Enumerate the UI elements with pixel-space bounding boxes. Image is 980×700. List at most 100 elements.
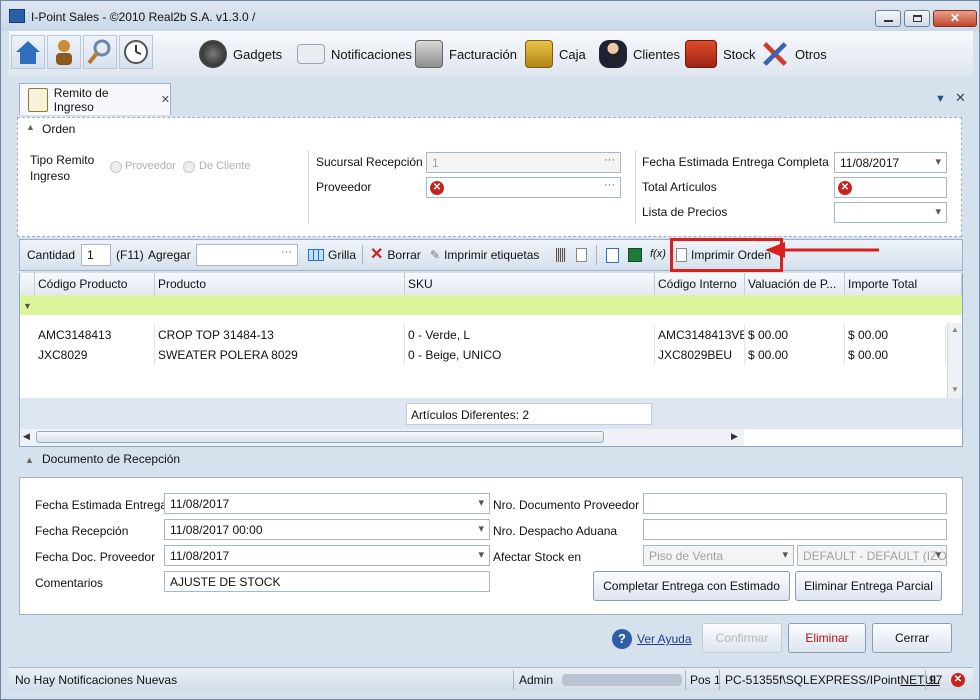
excel-export-button[interactable] xyxy=(628,248,642,262)
fecha-doc-proveedor-input[interactable]: 11/08/2017 xyxy=(164,545,490,566)
eliminar-entrega-parcial-button[interactable]: Eliminar Entrega Parcial xyxy=(795,571,942,601)
notifications-status[interactable]: No Hay Notificaciones Nuevas xyxy=(15,673,177,687)
table-row[interactable]: JXC8029 SWEATER POLERA 8029 0 - Beige, U… xyxy=(20,345,946,365)
completar-entrega-button[interactable]: Completar Entrega con Estimado xyxy=(593,571,790,601)
minimize-button[interactable] xyxy=(875,10,901,27)
ver-ayuda-link[interactable]: Ver Ayuda xyxy=(637,632,692,646)
main-toolbar: Gadgets Notificaciones Facturación Caja … xyxy=(9,31,973,77)
total-articulos-input[interactable]: ✕ xyxy=(834,177,947,198)
tag-icon: ✎ xyxy=(430,248,441,262)
horizontal-scrollbar[interactable]: ◀ ▶ xyxy=(20,429,744,446)
formula-button[interactable]: f(x) xyxy=(650,248,666,260)
tab-list-dropdown-icon[interactable]: ▼ xyxy=(935,93,946,105)
tab-close-icon[interactable]: ✕ xyxy=(161,93,170,106)
agregar-label: Agregar xyxy=(148,248,191,262)
table-row[interactable]: AMC3148413 CROP TOP 31484-13 0 - Verde, … xyxy=(20,325,946,345)
scroll-down-icon[interactable]: ▼ xyxy=(951,385,959,394)
fecha-estimada-entrega-completa-input[interactable]: 11/08/2017 xyxy=(834,152,947,173)
row-indicator-header xyxy=(20,273,35,295)
grilla-button[interactable]: Grilla xyxy=(308,248,356,262)
radio-proveedor[interactable] xyxy=(110,161,122,173)
radio-de-cliente[interactable] xyxy=(183,161,195,173)
orden-section-title: Orden xyxy=(42,122,76,136)
afectar-stock-ubicacion-select[interactable]: Piso de Venta xyxy=(643,545,794,566)
function-icon: f(x) xyxy=(650,248,666,260)
title-bar[interactable]: I-Point Sales - ©2010 Real2b S.A. v1.3.0… xyxy=(1,1,979,31)
column-header[interactable]: SKU xyxy=(405,273,655,295)
cell: AMC3148413 xyxy=(35,325,155,345)
tab-remito-ingreso[interactable]: Remito de Ingreso ✕ xyxy=(19,83,171,115)
home-icon xyxy=(16,41,40,64)
tipo-remito-label-2: Ingreso xyxy=(30,169,71,183)
cash-register-icon xyxy=(415,40,443,68)
documento-collapse-icon[interactable]: ▲ xyxy=(25,455,34,465)
imprimir-orden-button[interactable]: Imprimir Orden xyxy=(676,248,771,262)
sucursal-input[interactable]: 1 xyxy=(426,152,621,173)
cell: $ 00.00 xyxy=(745,325,845,345)
comentarios-input[interactable]: AJUSTE DE STOCK xyxy=(164,571,490,592)
menu-notificaciones[interactable]: Notificaciones xyxy=(297,39,412,69)
preview-button[interactable] xyxy=(606,248,619,263)
menu-caja[interactable]: Caja xyxy=(525,39,586,69)
cell: JXC8029 xyxy=(35,345,155,365)
menu-clientes[interactable]: Clientes xyxy=(599,39,680,69)
menu-stock[interactable]: Stock xyxy=(685,39,756,69)
error-status-icon[interactable]: ✕ xyxy=(951,673,965,687)
menu-otros[interactable]: Otros xyxy=(761,39,827,69)
borrar-button[interactable]: ✕ Borrar xyxy=(370,246,421,263)
fecha-estimada-entrega-input[interactable]: 11/08/2017 xyxy=(164,493,490,514)
nro-despacho-aduana-input[interactable] xyxy=(643,519,947,540)
scroll-thumb[interactable] xyxy=(36,431,604,443)
user-icon xyxy=(56,40,72,65)
home-button[interactable] xyxy=(11,35,45,69)
cerrar-button[interactable]: Cerrar xyxy=(872,623,952,653)
column-header[interactable]: Producto xyxy=(155,273,405,295)
scroll-left-icon[interactable]: ◀ xyxy=(23,431,30,442)
fecha-estimada-entrega-completa-label: Fecha Estimada Entrega Completa xyxy=(642,155,829,169)
confirmar-button[interactable]: Confirmar xyxy=(702,623,782,653)
search-button[interactable] xyxy=(83,35,117,69)
cantidad-input[interactable]: 1 xyxy=(81,244,111,266)
scroll-right-icon[interactable]: ▶ xyxy=(731,431,738,442)
column-header[interactable]: Código Producto xyxy=(35,273,155,295)
proveedor-input[interactable]: ✕ xyxy=(426,177,621,198)
eliminar-button[interactable]: Eliminar xyxy=(788,623,866,653)
orden-panel: ▲ Orden Tipo Remito Ingreso Proveedor De… xyxy=(17,117,962,237)
orden-collapse-icon[interactable]: ▲ xyxy=(26,122,35,132)
close-window-button[interactable]: ✕ xyxy=(933,10,977,27)
menu-facturacion[interactable]: Facturación xyxy=(415,39,517,69)
menu-gadgets[interactable]: Gadgets xyxy=(199,39,282,69)
comentarios-label: Comentarios xyxy=(35,576,104,590)
status-separator xyxy=(685,670,686,690)
cell: JXC8029BEU xyxy=(655,345,745,365)
vertical-scrollbar[interactable]: ▲ ▼ xyxy=(947,323,962,398)
delete-icon: ✕ xyxy=(370,246,384,263)
column-header[interactable]: Valuación de P... xyxy=(745,273,845,295)
nro-documento-proveedor-input[interactable] xyxy=(643,493,947,514)
maximize-button[interactable] xyxy=(904,10,930,27)
redacted-username xyxy=(562,674,682,686)
column-header[interactable]: Importe Total xyxy=(845,273,962,295)
cell: $ 00.00 xyxy=(745,345,845,365)
fecha-recepcion-input[interactable]: 11/08/2017 00:00 xyxy=(164,519,490,540)
status-bar: No Hay Notificaciones Nuevas Admin Pos 1… xyxy=(9,667,973,691)
divider xyxy=(635,150,636,224)
clock-button[interactable] xyxy=(119,35,153,69)
column-header[interactable]: Código Interno xyxy=(655,273,745,295)
agregar-input[interactable] xyxy=(196,244,298,266)
window-title: I-Point Sales - ©2010 Real2b S.A. v1.3.0… xyxy=(31,10,256,24)
barcode-icon xyxy=(556,248,566,262)
error-icon: ✕ xyxy=(430,181,444,195)
help-icon[interactable]: ? xyxy=(612,629,632,649)
preview-icon xyxy=(606,248,619,263)
users-button[interactable] xyxy=(47,35,81,69)
close-document-icon[interactable]: ✕ xyxy=(955,90,966,106)
afectar-stock-deposito-select[interactable]: DEFAULT - DEFAULT (IZO xyxy=(797,545,947,566)
safe-icon xyxy=(525,40,553,68)
imprimir-etiquetas-button[interactable]: ✎ Imprimir etiquetas xyxy=(430,248,539,262)
filter-row[interactable] xyxy=(20,295,962,315)
barcode-button[interactable] xyxy=(556,248,566,262)
lista-precios-select[interactable] xyxy=(834,202,947,223)
scroll-up-icon[interactable]: ▲ xyxy=(951,325,959,334)
document-button[interactable] xyxy=(576,248,587,262)
